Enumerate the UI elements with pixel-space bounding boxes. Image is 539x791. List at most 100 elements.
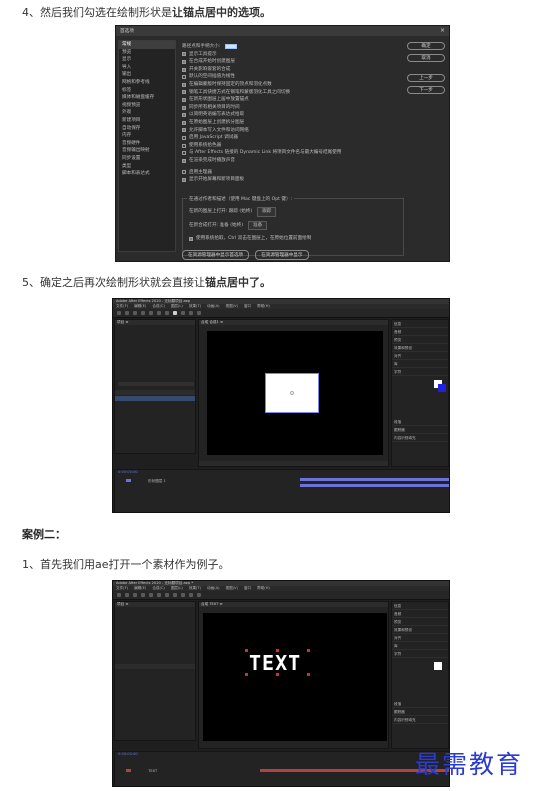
- option-row[interactable]: 与 After Effects 链接的 Dynamic Link 将项目文件名与…: [182, 149, 404, 157]
- menu-item[interactable]: 动画(A): [207, 304, 219, 309]
- text-tool-icon[interactable]: [189, 593, 193, 597]
- panel-info[interactable]: 信息: [392, 602, 448, 610]
- sidebar-item[interactable]: 预览: [119, 49, 175, 57]
- menu-item[interactable]: 合成(C): [152, 586, 165, 591]
- menu-item[interactable]: 图层(L): [171, 304, 183, 309]
- checkbox[interactable]: [182, 177, 186, 182]
- anchor-handle-icon[interactable]: [245, 649, 248, 652]
- group-row[interactable]: 在新的图层上打开: 跟踪 (始终) 跟踪: [183, 207, 403, 217]
- composition-tab[interactable]: 合成 TEXT ≡: [199, 602, 388, 607]
- option-row[interactable]: 显示开始屏幕和新项目面板: [182, 176, 404, 184]
- timeline-layer-bar[interactable]: [300, 478, 449, 481]
- option-row[interactable]: 在渲染完成时播放声音: [182, 157, 404, 165]
- sidebar-item[interactable]: 标签: [119, 87, 175, 95]
- sidebar-item[interactable]: 类型: [119, 163, 175, 171]
- menu-item[interactable]: 视图(V): [225, 586, 237, 591]
- rotate-tool-icon[interactable]: [149, 593, 153, 597]
- sidebar-item-general[interactable]: 常规: [119, 41, 175, 49]
- project-list-item[interactable]: [115, 670, 195, 675]
- sidebar-item[interactable]: 同步设置: [119, 155, 175, 163]
- panel-library[interactable]: 库: [392, 642, 448, 650]
- checkbox[interactable]: [182, 67, 186, 72]
- option-row[interactable]: 默认的空间插值为线性: [182, 73, 404, 81]
- composition-canvas[interactable]: TEXT: [203, 613, 387, 741]
- checkbox[interactable]: [182, 120, 186, 125]
- menu-item[interactable]: 编辑(E): [134, 586, 146, 591]
- sidebar-item[interactable]: 新建项目: [119, 117, 175, 125]
- ok-button[interactable]: 确定: [407, 42, 445, 50]
- camera-tool-icon[interactable]: [157, 593, 161, 597]
- panel-paragraph[interactable]: 段落: [392, 418, 448, 426]
- menu-item[interactable]: 动画(A): [207, 586, 219, 591]
- menu-item[interactable]: 编辑(E): [134, 304, 146, 309]
- cancel-button[interactable]: 取消: [407, 54, 445, 62]
- menu-item[interactable]: 视图(V): [225, 304, 237, 309]
- camera-tool-icon[interactable]: [157, 311, 161, 315]
- checkbox[interactable]: [182, 151, 186, 156]
- pen-tool-icon[interactable]: [181, 311, 185, 315]
- option-row[interactable]: 以简明英语编写表达式拾取: [182, 111, 404, 119]
- project-list-item[interactable]: [115, 396, 195, 401]
- brush-tool-icon[interactable]: [197, 593, 201, 597]
- group-row[interactable]: 在新合成打开: 准备 (始终) 准备: [183, 220, 403, 231]
- panel-effects[interactable]: 效果和预设: [392, 626, 448, 634]
- option-row[interactable]: 钢笔工具快捷方式在钢笔和蒙版羽化工具之间切换: [182, 89, 404, 97]
- panel-tracker[interactable]: 跟踪器: [392, 708, 448, 716]
- checkbox[interactable]: [182, 52, 186, 57]
- option-row[interactable]: 开关影响嵌套的合成: [182, 66, 404, 74]
- pen-tool-icon[interactable]: [181, 593, 185, 597]
- anchor-handle-icon[interactable]: [245, 673, 248, 676]
- checkbox[interactable]: [182, 113, 186, 118]
- checkbox[interactable]: [182, 143, 186, 148]
- zoom-tool-icon[interactable]: [141, 311, 145, 315]
- home-icon[interactable]: [117, 593, 121, 597]
- hand-tool-icon[interactable]: [133, 311, 137, 315]
- sidebar-item[interactable]: 媒体和磁盘缓存: [119, 94, 175, 102]
- center-anchor-option[interactable]: 在新形状图层上居中放置锚点: [182, 96, 404, 104]
- previous-button[interactable]: 上一步: [407, 74, 445, 82]
- timecode[interactable]: 0:00:00:00: [115, 470, 449, 475]
- pan-tool-icon[interactable]: [165, 593, 169, 597]
- rotate-tool-icon[interactable]: [149, 311, 153, 315]
- panel-fill[interactable]: 内容识别填充: [392, 434, 448, 442]
- sidebar-item[interactable]: 网格和参考线: [119, 79, 175, 87]
- menu-item[interactable]: 帮助(H): [257, 586, 270, 591]
- sidebar-item[interactable]: 自动保存: [119, 125, 175, 133]
- option-row[interactable]: 允许脚本写入文件和访问网络: [182, 127, 404, 135]
- checkbox[interactable]: [182, 135, 186, 140]
- reveal-prefs-button[interactable]: 在资源管理器中显示首选项: [182, 250, 250, 260]
- select-tool-icon[interactable]: [125, 311, 129, 315]
- anchor-handle-icon[interactable]: [276, 673, 279, 676]
- project-tab[interactable]: 项目 ≡: [115, 602, 195, 607]
- sidebar-item[interactable]: 音频硬件: [119, 140, 175, 148]
- timeline-layer-bar[interactable]: [300, 484, 449, 487]
- handle-size-input[interactable]: [225, 44, 238, 50]
- next-button[interactable]: 下一步: [407, 86, 445, 94]
- panel-audio[interactable]: 音频: [392, 610, 448, 618]
- sidebar-item[interactable]: 外观: [119, 109, 175, 117]
- canvas-text-layer[interactable]: TEXT: [249, 651, 301, 675]
- panel-align[interactable]: 对齐: [392, 634, 448, 642]
- search-input[interactable]: [118, 382, 194, 386]
- dropdown-select[interactable]: 准备: [248, 220, 268, 231]
- option-row[interactable]: 在合成开始时创建图层: [182, 58, 404, 66]
- sidebar-item[interactable]: 导入: [119, 64, 175, 72]
- panel-character[interactable]: 字符: [392, 650, 448, 658]
- reveal-button[interactable]: 在资源管理器中显示: [255, 250, 309, 260]
- option-row[interactable]: 显示工具提示: [182, 51, 404, 59]
- text-tool-icon[interactable]: [189, 311, 193, 315]
- checkbox[interactable]: [182, 170, 186, 175]
- project-list-item[interactable]: [115, 712, 195, 717]
- sidebar-item[interactable]: 脚本和表达式: [119, 170, 175, 178]
- panel-library[interactable]: 库: [392, 360, 448, 368]
- sidebar-item[interactable]: 显示: [119, 56, 175, 64]
- menu-item[interactable]: 文件(F): [116, 304, 128, 309]
- option-row[interactable]: 在编辑蒙版时保持固定的顶点和羽化点数: [182, 81, 404, 89]
- option-row[interactable]: 使用系统拾色器: [182, 142, 404, 150]
- checkbox[interactable]: [182, 90, 186, 95]
- panel-character[interactable]: 字符: [392, 368, 448, 376]
- option-row[interactable]: 启用主理器: [182, 169, 404, 177]
- rectangle-tool-icon[interactable]: [173, 311, 177, 315]
- project-list-item[interactable]: [115, 688, 195, 693]
- checkbox[interactable]: [189, 236, 193, 241]
